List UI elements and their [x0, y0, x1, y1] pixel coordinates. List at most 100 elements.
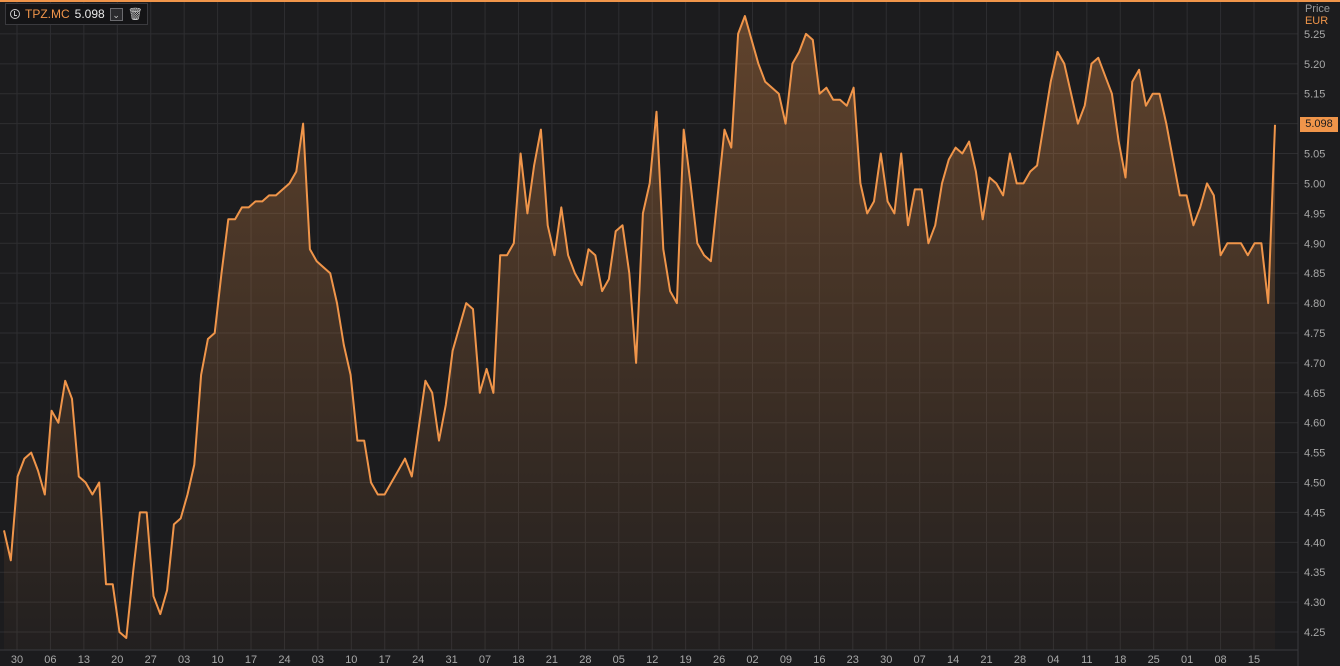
series-legend[interactable]: TPZ.MC 5.098 ⌄ 🗑 — [5, 3, 148, 25]
x-tick-label: 18 — [512, 654, 524, 666]
data-point — [465, 302, 467, 304]
data-point — [594, 254, 596, 256]
data-point — [1247, 254, 1249, 256]
data-point — [309, 248, 311, 250]
data-point — [1186, 194, 1188, 196]
data-point — [608, 278, 610, 280]
data-point — [887, 200, 889, 202]
x-tick-label: 28 — [1014, 654, 1026, 666]
data-point — [227, 218, 229, 220]
y-tick-label: 4.95 — [1304, 208, 1325, 220]
data-point — [10, 559, 12, 561]
price-chart[interactable]: 4.25 4.30 4.35 4.40 4.45 4.50 4.55 4.60 4.65 4.70… — [0, 0, 1340, 666]
data-point — [1267, 302, 1269, 304]
data-point — [492, 392, 494, 394]
y-tick-label: 5.05 — [1304, 149, 1325, 161]
data-point — [506, 254, 508, 256]
data-point — [1002, 194, 1004, 196]
data-point — [1260, 242, 1262, 244]
x-tick-label: 10 — [211, 654, 223, 666]
data-point — [839, 99, 841, 101]
data-point — [1233, 242, 1235, 244]
data-point — [329, 272, 331, 274]
data-point — [23, 458, 25, 460]
data-point — [1226, 242, 1228, 244]
x-tick-label: 30 — [11, 654, 23, 666]
data-point — [880, 153, 882, 155]
y-tick-label: 4.40 — [1304, 537, 1325, 549]
data-point — [927, 242, 929, 244]
time-axis: 30 06 13 20 27 03 10 17 24 03 10 17 24 31 07 18 21 28 05 12… — [0, 649, 1298, 666]
data-point — [377, 494, 379, 496]
data-point — [363, 440, 365, 442]
data-point — [1111, 93, 1113, 95]
data-point — [1084, 105, 1086, 107]
data-point — [112, 583, 114, 585]
data-point — [255, 200, 257, 202]
x-tick-label: 17 — [379, 654, 391, 666]
data-point — [778, 93, 780, 95]
x-tick-label: 07 — [914, 654, 926, 666]
data-point — [248, 206, 250, 208]
data-point — [458, 326, 460, 328]
data-point — [853, 87, 855, 89]
y-tick-label: 4.90 — [1304, 238, 1325, 250]
trash-icon[interactable]: 🗑 — [128, 8, 143, 20]
data-point — [805, 33, 807, 35]
data-point — [51, 410, 53, 412]
x-tick-label: 16 — [813, 654, 825, 666]
data-point — [968, 141, 970, 143]
data-point — [533, 165, 535, 167]
data-point — [98, 482, 100, 484]
data-point — [1159, 93, 1161, 95]
data-point — [676, 302, 678, 304]
data-point — [656, 111, 658, 113]
data-point — [3, 529, 5, 531]
x-tick-label: 30 — [880, 654, 892, 666]
data-point — [30, 452, 32, 454]
data-point — [785, 123, 787, 125]
data-point — [44, 494, 46, 496]
data-point — [1199, 206, 1201, 208]
x-tick-label: 18 — [1114, 654, 1126, 666]
data-point — [914, 188, 916, 190]
data-point — [520, 153, 522, 155]
data-point — [601, 290, 603, 292]
x-tick-label: 31 — [445, 654, 457, 666]
x-tick-label: 23 — [847, 654, 859, 666]
data-point — [975, 171, 977, 173]
data-point — [859, 182, 861, 184]
x-tick-label: 09 — [780, 654, 792, 666]
data-point — [581, 284, 583, 286]
data-point — [180, 517, 182, 519]
x-tick-label: 14 — [947, 654, 959, 666]
data-point — [1036, 165, 1038, 167]
y-tick-label: 4.30 — [1304, 597, 1325, 609]
data-point — [445, 404, 447, 406]
data-point — [873, 200, 875, 202]
data-point — [955, 147, 957, 149]
data-point — [214, 332, 216, 334]
data-point — [411, 476, 413, 478]
data-point — [934, 224, 936, 226]
data-point — [690, 182, 692, 184]
data-point — [418, 428, 420, 430]
data-point — [200, 374, 202, 376]
data-point — [1172, 159, 1174, 161]
data-point — [1131, 81, 1133, 83]
data-point — [764, 81, 766, 83]
chevron-down-icon[interactable]: ⌄ — [109, 7, 123, 21]
x-tick-label: 26 — [713, 654, 725, 666]
data-point — [472, 308, 474, 310]
price-axis: 4.25 4.30 4.35 4.40 4.45 4.50 4.55 4.60 4.65 4.70… — [1297, 0, 1325, 666]
data-point — [343, 344, 345, 346]
data-point — [1057, 51, 1059, 53]
x-tick-label: 21 — [546, 654, 558, 666]
data-point — [336, 302, 338, 304]
data-point — [798, 51, 800, 53]
x-tick-label: 20 — [111, 654, 123, 666]
data-point — [173, 523, 175, 525]
data-point — [452, 350, 454, 352]
y-tick-label: 4.60 — [1304, 418, 1325, 430]
data-point — [85, 482, 87, 484]
